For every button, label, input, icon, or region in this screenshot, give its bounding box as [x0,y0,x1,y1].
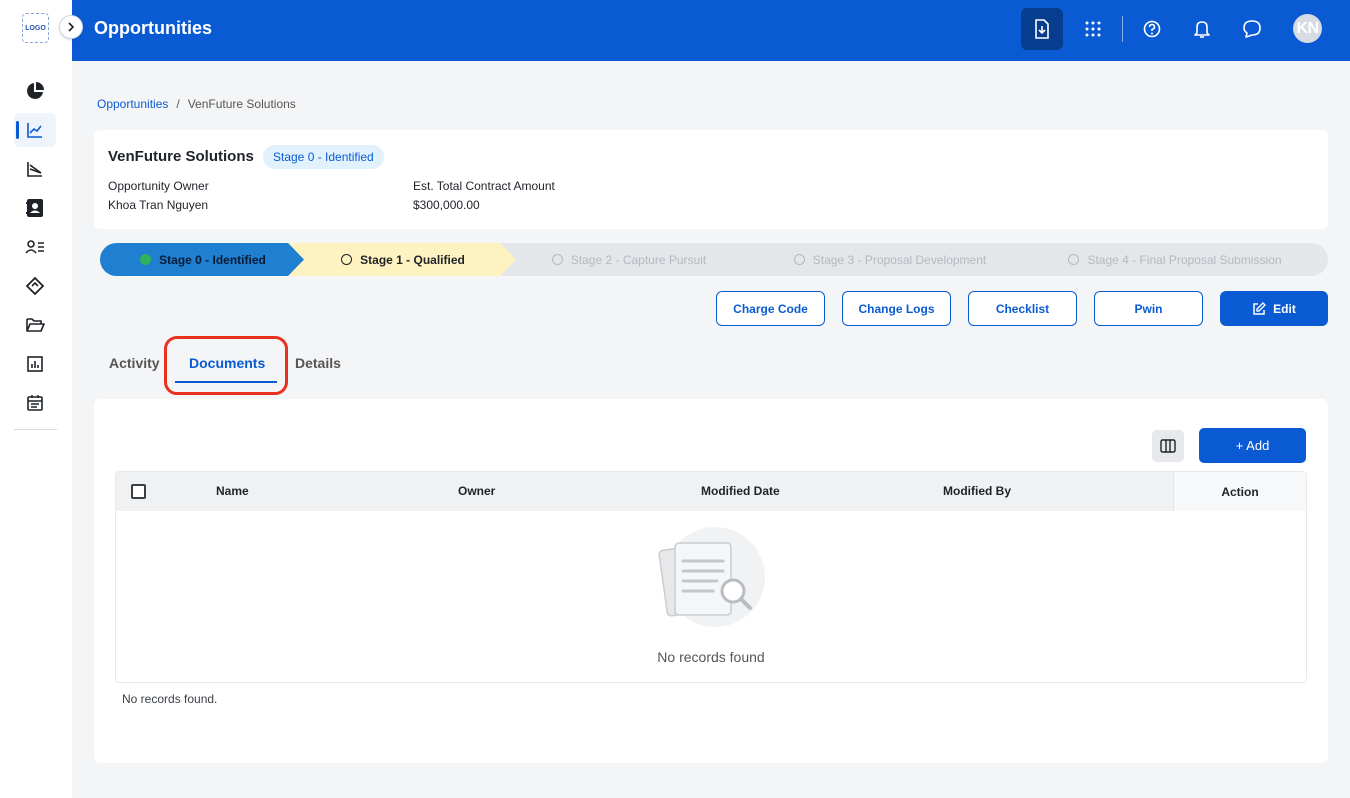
stage-circle-icon [341,254,352,265]
stage-step-2[interactable]: Stage 2 - Capture Pursuit [500,243,758,276]
chat-button[interactable] [1231,8,1273,50]
stage-circle-icon [1068,254,1080,265]
add-document-button[interactable]: + Add [1199,428,1306,463]
amount-label: Est. Total Contract Amount [413,179,555,193]
chevron-right-icon [68,22,75,32]
owner-value: Khoa Tran Nguyen [108,198,209,212]
documents-panel: + Add Name Owner Modified Date Modified … [94,399,1328,763]
download-file-icon [1035,19,1049,39]
documents-table: Name Owner Modified Date Modified By Act… [115,471,1307,683]
stage-badge: Stage 0 - Identified [263,145,384,169]
column-settings-button[interactable] [1152,430,1184,462]
stage-step-label: Stage 2 - Capture Pursuit [570,252,707,267]
stage-circle-icon [552,254,563,265]
pwin-button[interactable]: Pwin [1094,291,1203,326]
pie-chart-icon [27,82,44,99]
sidebar: LOGO [0,0,72,798]
bell-icon [1194,21,1210,38]
breadcrumb: Opportunities / VenFuture Solutions [97,97,296,111]
select-all-checkbox[interactable] [131,484,146,499]
sidebar-item-contacts[interactable] [14,191,56,225]
owner-label: Opportunity Owner [108,179,209,193]
column-header-name[interactable]: Name [216,484,249,498]
charge-code-button[interactable]: Charge Code [716,291,825,326]
edit-button[interactable]: Edit [1220,291,1328,326]
chat-icon [1243,20,1261,38]
empty-documents-illustration [658,527,765,627]
notifications-button[interactable] [1181,8,1223,50]
stage-stepper: Stage 0 - Identified Stage 1 - Qualified… [100,243,1328,276]
page-title: Opportunities [94,18,212,38]
stage-step-1[interactable]: Stage 1 - Qualified [288,243,518,276]
change-logs-button[interactable]: Change Logs [842,291,951,326]
column-header-action: Action [1173,472,1306,511]
opportunity-name: VenFuture Solutions [108,148,254,165]
apps-grid-icon [1085,21,1101,37]
breadcrumb-opportunities-link[interactable]: Opportunities [97,97,168,111]
column-header-modified-by[interactable]: Modified By [943,484,1011,498]
help-button[interactable] [1131,8,1173,50]
columns-icon [1160,439,1176,453]
sidebar-item-opportunities[interactable] [14,113,56,147]
folder-open-icon [26,318,45,332]
apps-button[interactable] [1072,8,1114,50]
stage-step-0[interactable]: Stage 0 - Identified [100,243,306,276]
help-icon [1143,20,1161,38]
sidebar-item-dashboard[interactable] [14,74,56,108]
header-separator [1122,16,1123,42]
stage-step-label: Stage 3 - Proposal Development [812,252,987,267]
column-header-owner[interactable]: Owner [458,484,495,498]
sidebar-item-documents[interactable] [14,308,56,342]
table-footer-text: No records found. [122,692,218,706]
sidebar-item-reports[interactable] [14,347,56,381]
breadcrumb-current: VenFuture Solutions [187,97,296,111]
sidebar-expand-button[interactable] [59,15,83,39]
breadcrumb-separator: / [176,97,180,111]
download-button[interactable] [1021,8,1063,50]
sidebar-divider [14,429,57,430]
checklist-button[interactable]: Checklist [968,291,1077,326]
top-header: Opportunities KN [72,0,1350,61]
sidebar-item-calendar[interactable] [14,386,56,420]
stage-check-icon [140,254,151,265]
handshake-icon [25,276,45,296]
calendar-icon [27,395,43,411]
tab-activity[interactable]: Activity [109,355,160,371]
app-logo: LOGO [22,13,49,43]
stage-step-label: Stage 1 - Qualified [360,252,465,267]
trend-chart-icon [27,123,42,138]
funnel-chart-icon [27,162,42,177]
edit-button-label: Edit [1273,301,1296,316]
amount-value: $300,000.00 [413,198,480,212]
table-header: Name Owner Modified Date Modified By Act… [116,472,1306,511]
tab-details[interactable]: Details [295,355,341,371]
edit-icon [1253,301,1266,315]
bar-report-icon [27,356,43,372]
contact-card-icon [26,199,43,217]
stage-circle-icon [794,254,805,265]
user-list-icon [25,240,44,254]
stage-step-label: Stage 4 - Final Proposal Submission [1087,252,1282,267]
sidebar-item-users[interactable] [14,230,56,264]
opportunity-summary-card: VenFuture Solutions Stage 0 - Identified… [94,130,1328,229]
highlight-annotation [164,336,288,395]
stage-step-3[interactable]: Stage 3 - Proposal Development [740,243,1040,276]
stage-step-4[interactable]: Stage 4 - Final Proposal Submission [1022,243,1328,276]
sidebar-item-pipeline[interactable] [14,152,56,186]
sidebar-item-deals[interactable] [14,269,56,303]
empty-state-text: No records found [657,649,765,665]
column-header-modified-date[interactable]: Modified Date [701,484,780,498]
stage-step-label: Stage 0 - Identified [159,252,266,267]
user-avatar[interactable]: KN [1293,14,1322,43]
